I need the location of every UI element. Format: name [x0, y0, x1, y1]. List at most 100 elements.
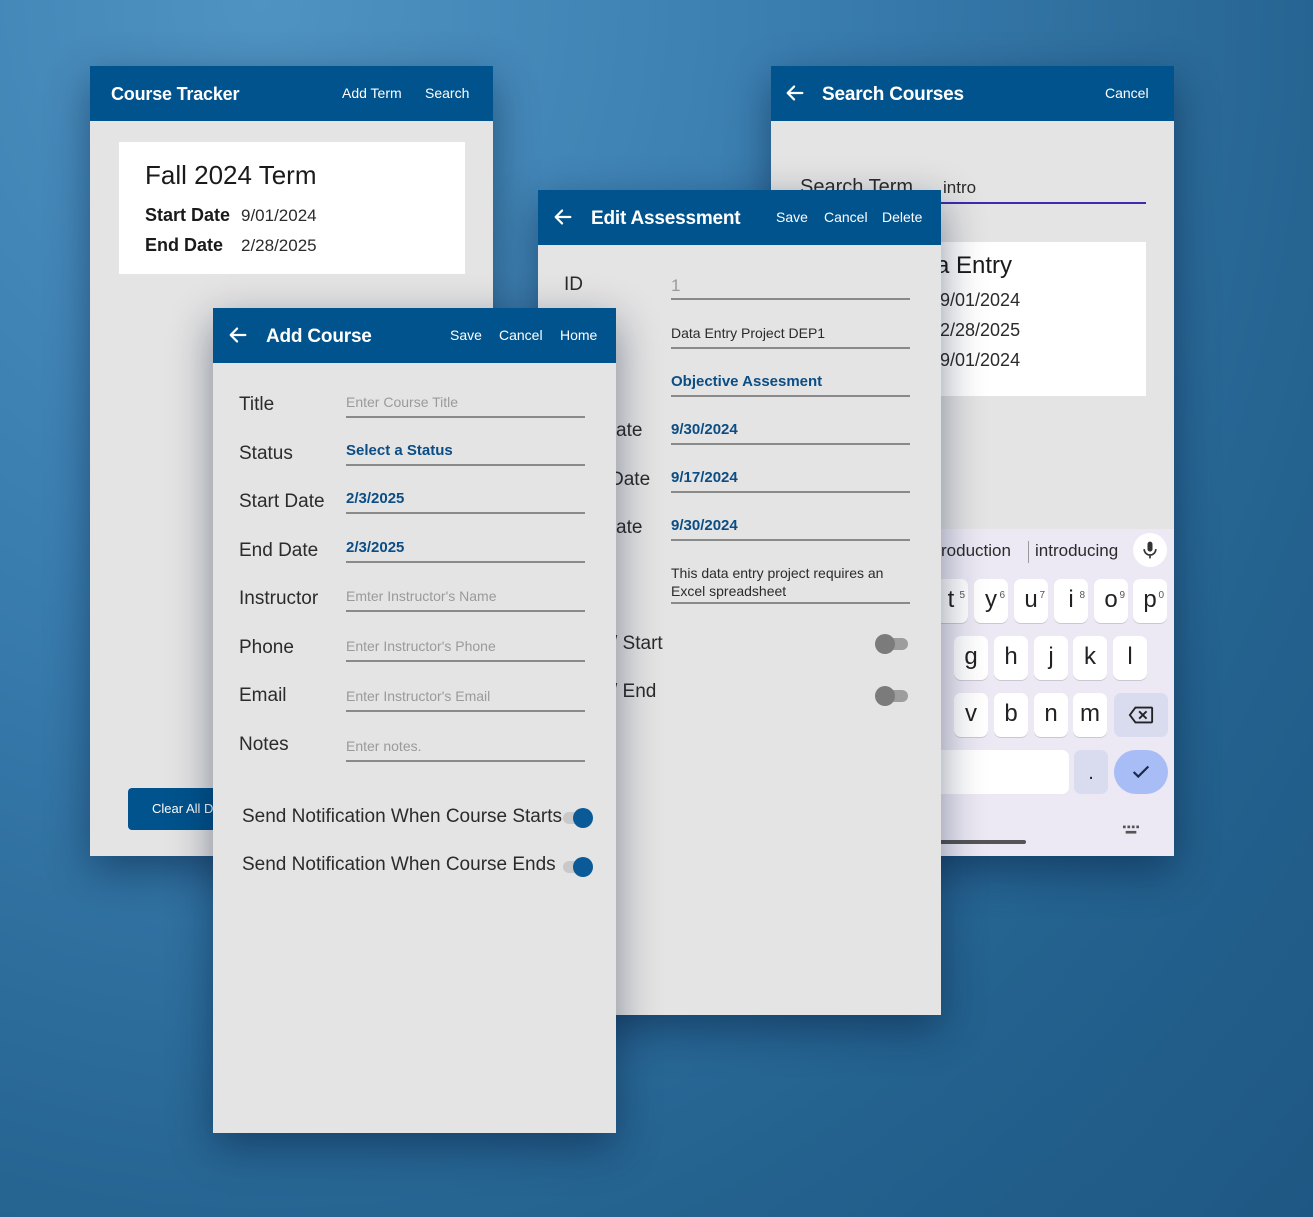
term-end-value: 2/28/2025 — [241, 236, 317, 255]
course-title-input[interactable]: Enter Course Title — [346, 394, 585, 418]
search-button[interactable]: Search — [425, 66, 469, 121]
term-start-label: Start Date — [145, 205, 231, 225]
notify-start-toggle[interactable] — [563, 808, 595, 828]
due-date-label: ate — [616, 420, 643, 441]
end-date-picker[interactable]: 9/30/2024 — [671, 517, 910, 541]
key-g[interactable]: g — [954, 636, 988, 680]
notify-start-toggle[interactable] — [875, 634, 909, 654]
phone-label: Phone — [239, 637, 294, 658]
enter-key[interactable] — [1114, 750, 1168, 794]
key-j[interactable]: j — [1034, 636, 1068, 680]
end-date-picker[interactable]: 2/3/2025 — [346, 539, 585, 563]
key-label: . — [1088, 762, 1094, 784]
back-arrow-icon[interactable] — [552, 206, 574, 228]
key-o[interactable]: o9 — [1094, 579, 1128, 623]
back-arrow-icon[interactable] — [227, 324, 249, 346]
key-p[interactable]: p0 — [1133, 579, 1167, 623]
space-bar[interactable] — [934, 750, 1069, 794]
key-label: n — [1044, 700, 1058, 727]
status-label: Status — [239, 443, 293, 464]
notify-start-label: Send Notification When Course Starts — [242, 806, 562, 827]
key-y[interactable]: y6 — [974, 579, 1008, 623]
add-term-button[interactable]: Add Term — [342, 66, 402, 121]
key-label: y — [985, 586, 997, 613]
add-course-screen: Add Course Save Cancel Home Title Enter … — [213, 308, 616, 1133]
notify-end-label: / End — [612, 681, 657, 702]
instructor-phone-input[interactable]: Enter Instructor's Phone — [346, 638, 585, 662]
add-course-app-bar: Add Course Save Cancel Home — [213, 308, 616, 363]
key-label: l — [1127, 643, 1133, 670]
status-select[interactable]: Select a Status — [346, 442, 585, 466]
key-label: u — [1024, 586, 1038, 613]
mic-button[interactable] — [1133, 533, 1167, 567]
notify-end-toggle[interactable] — [563, 857, 595, 877]
notify-end-label: Send Notification When Course Ends — [242, 854, 556, 875]
term-name: Fall 2024 Term — [145, 160, 317, 190]
instructor-label: Instructor — [239, 588, 319, 609]
microphone-icon — [1143, 541, 1157, 559]
notify-start-label: / Start — [612, 633, 663, 654]
start-date-label: Start Date — [239, 491, 325, 512]
delete-button[interactable]: Delete — [882, 190, 922, 245]
email-label: Email — [239, 685, 287, 706]
search-input[interactable]: intro — [941, 178, 1146, 204]
backspace-key[interactable] — [1114, 693, 1168, 737]
cancel-button[interactable]: Cancel — [499, 308, 543, 363]
notes-label: Notes — [239, 734, 289, 755]
key-label: t — [947, 586, 955, 613]
result-line: 9/01/2024 — [940, 290, 1021, 310]
key-label: h — [1004, 643, 1018, 670]
key-k[interactable]: k — [1073, 636, 1107, 680]
key-l[interactable]: l — [1113, 636, 1147, 680]
notify-end-toggle[interactable] — [875, 686, 909, 706]
save-button[interactable]: Save — [450, 308, 482, 363]
notes-input[interactable]: Enter notes. — [346, 738, 585, 762]
key-n[interactable]: n — [1034, 693, 1068, 737]
screen-title: Add Course — [266, 326, 372, 347]
assessment-name-field[interactable]: Data Entry Project DEP1 — [671, 325, 910, 349]
end-date-label: End Date — [239, 540, 319, 561]
key-u[interactable]: u7 — [1014, 579, 1048, 623]
due-date-picker[interactable]: 9/30/2024 — [671, 421, 910, 445]
title-label: Title — [239, 394, 275, 415]
key-label: g — [964, 643, 978, 670]
suggestion[interactable]: roduction — [941, 541, 1011, 561]
suggestion-divider — [1028, 541, 1029, 563]
key-v[interactable]: v — [954, 693, 988, 737]
save-button[interactable]: Save — [776, 190, 808, 245]
suggestion[interactable]: introducing — [1035, 541, 1118, 561]
key-label: v — [965, 700, 977, 727]
assessment-type-select[interactable]: Objective Assesment — [671, 373, 910, 397]
key-label: b — [1004, 700, 1018, 727]
instructor-email-input[interactable]: Enter Instructor's Email — [346, 688, 585, 712]
key-number: 6 — [999, 590, 1005, 601]
instructor-name-input[interactable]: Emter Instructor's Name — [346, 588, 585, 612]
cancel-button[interactable]: Cancel — [824, 190, 868, 245]
back-arrow-icon[interactable] — [784, 82, 806, 104]
key-label: p — [1143, 586, 1157, 613]
key-i[interactable]: i8 — [1054, 579, 1088, 623]
key-b[interactable]: b — [994, 693, 1028, 737]
period-key[interactable]: . — [1074, 750, 1108, 794]
notes-field[interactable]: This data entry project requires an Exce… — [671, 564, 910, 604]
result-line: 2/28/2025 — [940, 320, 1021, 340]
start-date-picker[interactable]: 2/3/2025 — [346, 490, 585, 514]
key-label: o — [1104, 586, 1118, 613]
term-start-value: 9/01/2024 — [241, 206, 317, 225]
screen-title: Edit Assessment — [591, 208, 741, 229]
key-h[interactable]: h — [994, 636, 1028, 680]
key-number: 0 — [1158, 590, 1164, 601]
key-label: k — [1084, 643, 1096, 670]
home-button[interactable]: Home — [560, 308, 597, 363]
key-m[interactable]: m — [1073, 693, 1107, 737]
key-number: 9 — [1119, 590, 1125, 601]
term-card[interactable]: Fall 2024 Term Start Date 9/01/2024 End … — [119, 142, 465, 274]
start-date-picker[interactable]: 9/17/2024 — [671, 469, 910, 493]
cancel-button[interactable]: Cancel — [1105, 66, 1149, 121]
keyboard-icon[interactable] — [1123, 825, 1139, 835]
search-result-card[interactable]: a Entry 9/01/2024 2/28/2025 9/01/2024 — [916, 242, 1146, 396]
result-name: a Entry — [936, 252, 1013, 279]
id-label: ID — [564, 274, 583, 295]
id-field: 1 — [671, 276, 910, 300]
key-number: 8 — [1079, 590, 1085, 601]
